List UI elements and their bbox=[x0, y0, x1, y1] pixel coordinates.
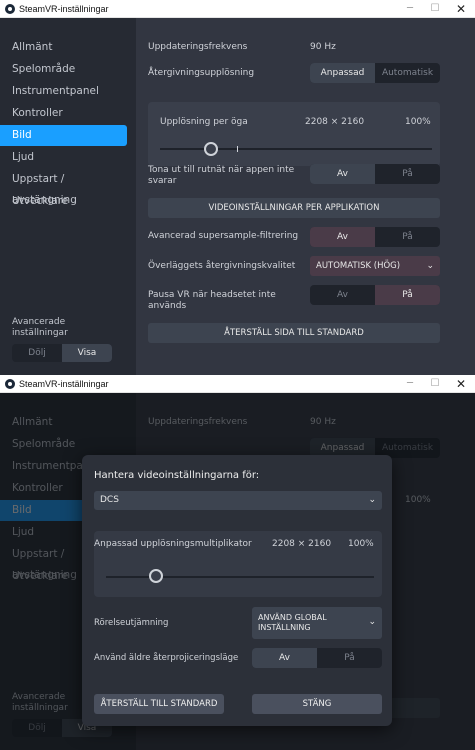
sidebar-item-bild[interactable]: Bild bbox=[0, 125, 127, 146]
render-resolution-label: Återgivningsupplösning bbox=[148, 68, 255, 78]
resolution-slider-track[interactable] bbox=[160, 148, 432, 150]
per-eye-percent: 100% bbox=[405, 117, 431, 127]
fade-grid-label: Tona ut till rutnät när appen inte svara… bbox=[148, 165, 295, 186]
per-eye-label: Upplösning per öga bbox=[160, 117, 248, 127]
hide-option[interactable]: Dölj bbox=[12, 344, 62, 362]
legacy-reprojection-toggle: Av På bbox=[252, 648, 382, 668]
title-bar: SteamVR-inställningar ─ ☐ ✕ bbox=[0, 375, 475, 393]
overlay-quality-dropdown[interactable]: AUTOMATISK (HÖG) ⌄ bbox=[310, 256, 440, 276]
overlay-quality-label: Överläggets återgivningskvalitet bbox=[148, 261, 296, 271]
show-option[interactable]: Visa bbox=[62, 344, 112, 362]
app-select-value: DCS bbox=[100, 495, 119, 505]
refresh-rate-value[interactable]: 90 Hz bbox=[310, 42, 336, 53]
fade-grid-on[interactable]: På bbox=[375, 164, 440, 184]
sidebar-item-instrumentpanel[interactable]: Instrumentpanel bbox=[0, 81, 127, 102]
window-title: SteamVR-inställningar bbox=[19, 379, 109, 389]
supersample-toggle: Av På bbox=[310, 227, 440, 247]
legacy-reprojection-label: Använd äldre återprojiceringsläge bbox=[94, 653, 239, 663]
multiplier-percent: 100% bbox=[348, 539, 374, 549]
sidebar: Allmänt Spelområde Instrumentpanel Kontr… bbox=[0, 18, 136, 375]
window-content: Allmänt Spelområde Instrumentpanel Kontr… bbox=[0, 18, 475, 375]
slider-default-tick bbox=[237, 146, 238, 152]
sidebar-item-kontroller[interactable]: Kontroller bbox=[0, 103, 127, 124]
custom-option[interactable]: Anpassad bbox=[310, 63, 375, 83]
render-resolution-toggle: Anpassad Automatisk bbox=[310, 63, 440, 83]
maximize-icon[interactable]: ☐ bbox=[425, 377, 445, 391]
dialog-close-button[interactable]: STÄNG bbox=[252, 694, 382, 714]
supersample-off[interactable]: Av bbox=[310, 227, 375, 247]
sidebar-item-uppstart[interactable]: Uppstart / avstängning bbox=[0, 169, 127, 206]
motion-smoothing-value: ANVÄND GLOBAL INSTÄLLNING bbox=[258, 613, 327, 632]
per-app-video-dialog: Hantera videoinställningarna för: DCS ⌄ … bbox=[82, 455, 392, 726]
title-bar: SteamVR-inställningar ─ ☐ ✕ bbox=[0, 0, 475, 18]
steamvr-app-icon bbox=[5, 4, 15, 14]
multiplier-resolution: 2208 × 2160 bbox=[272, 539, 332, 549]
steamvr-app-icon bbox=[5, 379, 15, 389]
multiplier-panel: Anpassad upplösningsmultiplikator 2208 ×… bbox=[94, 531, 382, 597]
multiplier-label: Anpassad upplösningsmultiplikator bbox=[94, 539, 252, 549]
fade-grid-off[interactable]: Av bbox=[310, 164, 375, 184]
chevron-down-icon: ⌄ bbox=[368, 495, 376, 505]
sidebar-item-allmant[interactable]: Allmänt bbox=[0, 37, 127, 58]
sidebar-item-spelomrade[interactable]: Spelområde bbox=[0, 59, 127, 80]
settings-window-dialog: SteamVR-inställningar ─ ☐ ✕ Allmänt Spel… bbox=[0, 375, 475, 750]
motion-smoothing-dropdown[interactable]: ANVÄND GLOBAL INSTÄLLNING ⌄ bbox=[252, 607, 382, 639]
dialog-title: Hantera videoinställningarna för: bbox=[94, 470, 260, 481]
reset-page-button[interactable]: ÅTERSTÄLL SIDA TILL STANDARD bbox=[148, 323, 440, 343]
pause-vr-off[interactable]: Av bbox=[310, 285, 375, 305]
window-title: SteamVR-inställningar bbox=[19, 4, 109, 14]
overlay-quality-value: AUTOMATISK (HÖG) bbox=[316, 261, 401, 271]
chevron-down-icon: ⌄ bbox=[426, 261, 434, 271]
supersample-label: Avancerad supersample-filtrering bbox=[148, 231, 299, 241]
sidebar-item-ljud[interactable]: Ljud bbox=[0, 147, 127, 168]
settings-window: SteamVR-inställningar ─ ☐ ✕ Allmänt Spel… bbox=[0, 0, 475, 375]
pause-vr-on[interactable]: På bbox=[375, 285, 440, 305]
pause-vr-toggle: Av På bbox=[310, 285, 440, 305]
pause-vr-label: Pausa VR när headsetet inte används bbox=[148, 290, 276, 311]
resolution-panel: Upplösning per öga 2208 × 2160 100% bbox=[148, 102, 440, 166]
legacy-reprojection-off[interactable]: Av bbox=[252, 648, 317, 668]
resolution-slider-knob[interactable] bbox=[204, 142, 218, 156]
refresh-rate-label: Uppdateringsfrekvens bbox=[148, 42, 248, 52]
minimize-icon[interactable]: ─ bbox=[400, 377, 420, 391]
dialog-reset-button[interactable]: ÅTERSTÄLL TILL STANDARD bbox=[94, 694, 224, 714]
legacy-reprojection-on[interactable]: På bbox=[317, 648, 382, 668]
app-select-dropdown[interactable]: DCS ⌄ bbox=[94, 491, 382, 510]
maximize-icon[interactable]: ☐ bbox=[425, 2, 445, 16]
advanced-settings-toggle: Dölj Visa bbox=[12, 344, 112, 362]
per-eye-resolution: 2208 × 2160 bbox=[305, 117, 365, 127]
multiplier-slider-knob[interactable] bbox=[149, 569, 163, 583]
advanced-settings-label: Avancerade inställningar bbox=[12, 317, 68, 338]
fade-grid-toggle: Av På bbox=[310, 164, 440, 184]
per-app-video-settings-button[interactable]: VIDEOINSTÄLLNINGAR PER APPLIKATION bbox=[148, 198, 440, 218]
close-icon[interactable]: ✕ bbox=[451, 377, 471, 391]
multiplier-slider-track[interactable] bbox=[106, 576, 374, 578]
minimize-icon[interactable]: ─ bbox=[400, 2, 420, 16]
supersample-on[interactable]: På bbox=[375, 227, 440, 247]
window-content: Allmänt Spelområde Instrumentpanel Kontr… bbox=[0, 393, 475, 750]
motion-smoothing-label: Rörelseutjämning bbox=[94, 618, 169, 628]
chevron-down-icon: ⌄ bbox=[368, 617, 376, 627]
sidebar-item-utvecklare[interactable]: Utvecklare bbox=[0, 191, 127, 212]
auto-option[interactable]: Automatisk bbox=[375, 63, 440, 83]
close-icon[interactable]: ✕ bbox=[451, 2, 471, 16]
